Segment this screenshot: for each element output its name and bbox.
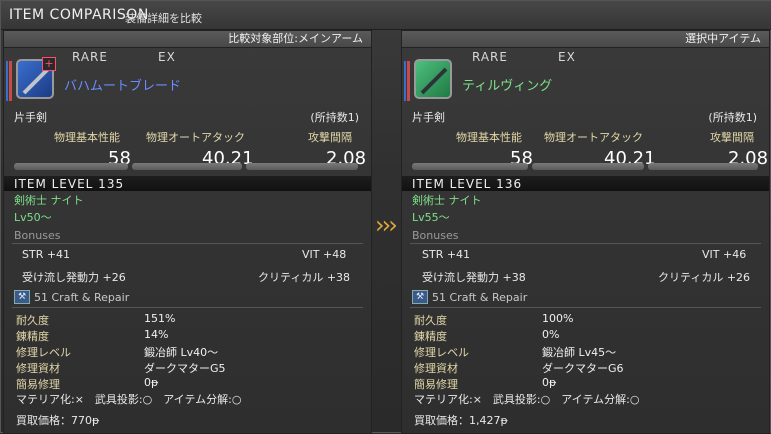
job-requirement: 剣術士 ナイト [14, 194, 84, 207]
craft-title: 51 Craft & Repair [34, 291, 130, 304]
durability-value: 100% [542, 312, 574, 325]
ex-label: EX [558, 50, 576, 64]
repair-level-value: 鍛冶師 Lv40～ [144, 346, 219, 359]
quick-repair-value: 0ᵽ [542, 376, 557, 389]
bonus-vit: VIT +46 [702, 248, 747, 261]
spiritbond-value: 14% [144, 328, 169, 341]
item-kind: 片手剣 [412, 111, 445, 124]
level-requirement: Lv50～ [14, 211, 52, 224]
item-name: バハムートブレード [64, 79, 182, 94]
item-level-bar: ITEM LEVEL 136 [402, 176, 769, 191]
level-requirement: Lv55～ [412, 211, 450, 224]
divider [12, 307, 363, 308]
bonuses-title: Bonuses [14, 229, 61, 242]
ex-label: EX [158, 50, 176, 64]
item-level: ITEM LEVEL 136 [412, 177, 523, 191]
repair-level-value: 鍛冶師 Lv45～ [542, 346, 617, 359]
hammer-icon: ⚒ [412, 290, 428, 304]
item-level: ITEM LEVEL 135 [14, 177, 125, 191]
stat-label: 物理基本性能 [456, 131, 522, 144]
rarity-strip [6, 61, 13, 101]
job-requirement: 剣術士 ナイト [412, 194, 482, 207]
materia-info: マテリア化:× 武具投影:○ アイテム分解:○ [414, 393, 640, 406]
item-level-bar: ITEM LEVEL 135 [4, 176, 371, 191]
title-bar[interactable]: ITEM COMPARISON 装備詳細を比較 [1, 1, 771, 30]
bonus-parry: 受け流し発動力 +38 [422, 271, 526, 284]
quick-repair-label: 簡易修理 [16, 378, 60, 391]
bonus-str: STR +41 [22, 248, 71, 261]
stat-bar [246, 163, 358, 170]
repair-material-label: 修理資材 [16, 362, 60, 375]
rarity-strip [404, 61, 411, 101]
bonuses-title: Bonuses [412, 229, 459, 242]
durability-label: 耐久度 [414, 314, 447, 327]
repair-material-label: 修理資材 [414, 362, 458, 375]
held-count: (所持数1) [708, 111, 757, 124]
bonus-critical: クリティカル +38 [258, 271, 351, 284]
rare-label: RARE [472, 50, 508, 64]
sword-icon[interactable]: + [16, 57, 56, 99]
divider [12, 243, 363, 244]
plus-icon: + [42, 57, 56, 71]
repair-material-value: ダークマターG5 [144, 362, 226, 375]
stat-label: 攻撃間隔 [710, 131, 754, 144]
stat-label: 物理オートアタック [146, 131, 245, 144]
held-count: (所持数1) [310, 111, 359, 124]
item-icon-box[interactable]: + [6, 57, 56, 103]
stat-label: 攻撃間隔 [308, 131, 352, 144]
item-kind: 片手剣 [14, 111, 47, 124]
item-name: ティルヴィング [462, 79, 553, 94]
repair-level-label: 修理レベル [414, 346, 469, 359]
stat-label: 物理基本性能 [54, 131, 120, 144]
stat-bar [532, 163, 644, 170]
panel-header: 比較対象部位:メインアーム [4, 31, 371, 48]
item-icon-box[interactable] [404, 59, 454, 103]
window-subtitle: 装備詳細を比較 [125, 12, 202, 25]
compare-target-panel: 比較対象部位:メインアーム + RARE EX バハムートブレード 片手剣 (所… [3, 30, 372, 434]
compare-arrow-icon: ››› [375, 211, 398, 239]
durability-value: 151% [144, 312, 176, 325]
divider [410, 243, 761, 244]
stat-bar [132, 163, 242, 170]
quick-repair-label: 簡易修理 [414, 378, 458, 391]
hammer-icon: ⚒ [14, 290, 30, 304]
divider [410, 307, 761, 308]
panel-header: 選択中アイテム [402, 31, 769, 48]
bonus-str: STR +41 [422, 248, 471, 261]
sale-price: 買取価格：770ᵽ [16, 414, 100, 427]
repair-level-label: 修理レベル [16, 346, 71, 359]
stat-bar [412, 163, 528, 170]
spiritbond-label: 錬精度 [414, 330, 447, 343]
stat-label: 物理オートアタック [544, 131, 643, 144]
bonus-vit: VIT +48 [302, 248, 347, 261]
bonus-critical: クリティカル +26 [658, 271, 751, 284]
craft-title: 51 Craft & Repair [432, 291, 528, 304]
sale-price: 買取価格：1,427ᵽ [414, 414, 508, 427]
stat-bar [14, 163, 128, 170]
rare-label: RARE [72, 50, 108, 64]
spiritbond-value: 0% [542, 328, 560, 341]
materia-info: マテリア化:× 武具投影:○ アイテム分解:○ [16, 393, 242, 406]
sword-icon[interactable] [414, 59, 452, 99]
quick-repair-value: 0ᵽ [144, 376, 159, 389]
durability-label: 耐久度 [16, 314, 49, 327]
spiritbond-label: 錬精度 [16, 330, 49, 343]
item-comparison-window: ITEM COMPARISON 装備詳細を比較 比較対象部位:メインアーム + … [0, 0, 771, 434]
selected-item-panel: 選択中アイテム RARE EX ティルヴィング 片手剣 (所持数1) 物理基本性… [401, 30, 770, 434]
repair-material-value: ダークマターG6 [542, 362, 624, 375]
bonus-parry: 受け流し発動力 +26 [22, 271, 126, 284]
stat-bar [648, 163, 758, 170]
